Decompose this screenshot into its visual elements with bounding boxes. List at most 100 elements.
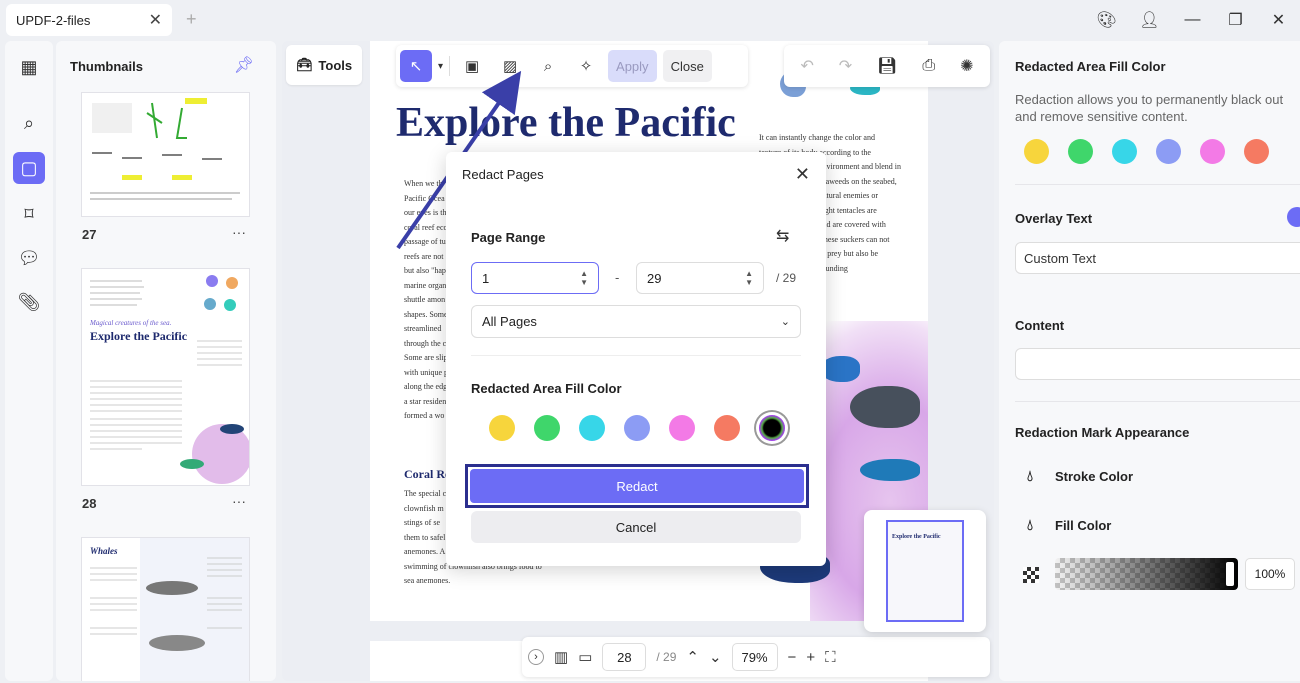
redact-pages-dialog: Redact Pages ✕ Page Range ⇆ 1 ▲ ▼ - 29 ▲ ▼… xyxy=(446,152,826,566)
fill-color-label: Redacted Area Fill Color xyxy=(471,381,622,396)
restore-icon[interactable]: ❐ xyxy=(1214,10,1257,30)
comment-icon[interactable]: 💬︎ xyxy=(13,242,45,274)
palette-icon[interactable]: 🎨︎ xyxy=(1085,10,1128,30)
chevron-down-icon: ⌄ xyxy=(780,316,790,328)
redact-text-icon[interactable]: ▣ xyxy=(456,50,488,82)
divider xyxy=(1015,401,1300,402)
color-swatch[interactable] xyxy=(534,415,560,441)
overlay-text-title: Overlay Text xyxy=(1015,211,1093,226)
presentation-icon[interactable]: ▭ xyxy=(578,648,592,666)
close-button[interactable]: Close xyxy=(662,50,712,82)
page-range-icon[interactable]: ⇆ xyxy=(776,226,789,246)
minimap-viewport[interactable]: Explore the Pacific xyxy=(886,520,964,622)
color-swatch[interactable] xyxy=(1112,139,1137,164)
sanitize-icon[interactable]: ✧ xyxy=(570,50,602,82)
overlay-text-toggle[interactable] xyxy=(1287,207,1300,227)
page-icon[interactable]: ▢ xyxy=(13,152,45,184)
cancel-button[interactable]: Cancel xyxy=(471,511,801,543)
page-range-select[interactable]: All Pages ⌄ xyxy=(471,305,801,338)
page-preview-image xyxy=(90,538,249,681)
pin-icon[interactable]: 📌︎ xyxy=(234,55,254,75)
close-icon[interactable]: ✕ xyxy=(149,10,162,30)
stroke-drop-icon: 💧︎ xyxy=(1026,468,1033,485)
redo-icon[interactable]: ↷ xyxy=(839,56,852,76)
left-rail: ▦ ⌕ ▢ ⌑ 💬︎ 📎︎ xyxy=(5,41,53,681)
fit-page-icon[interactable]: ⛶ xyxy=(825,649,836,666)
color-swatch[interactable] xyxy=(1024,139,1049,164)
expand-icon[interactable]: › xyxy=(528,649,544,665)
quick-toolbar: ↶ ↷ 💾︎ ⎙ ✺ xyxy=(784,45,990,87)
opacity-value[interactable]: 100% xyxy=(1245,558,1295,590)
color-swatch[interactable] xyxy=(1068,139,1093,164)
slider-handle[interactable] xyxy=(1226,562,1234,586)
search-icon[interactable]: ⌕ xyxy=(13,107,45,139)
plant-diagram-image xyxy=(90,98,240,200)
stepper-icon[interactable]: ▲ ▼ xyxy=(580,269,588,287)
thumb-caption: Magical creatures of the sea. xyxy=(90,319,172,327)
thumbnail-page[interactable]: Magical creatures of the sea. Explore th… xyxy=(82,269,249,485)
opacity-slider[interactable] xyxy=(1055,558,1238,590)
color-swatch[interactable] xyxy=(1244,139,1269,164)
more-icon[interactable]: ··· xyxy=(232,224,246,240)
to-page-input[interactable]: 29 ▲ ▼ xyxy=(636,262,764,294)
grid-icon[interactable]: ▦ xyxy=(13,51,45,83)
close-icon[interactable]: ✕ xyxy=(795,164,810,185)
stroke-color-row[interactable]: 💧︎ Stroke Color xyxy=(1021,468,1133,485)
overlay-text-input[interactable]: Custom Text xyxy=(1015,242,1300,274)
properties-panel: Redacted Area Fill Color Redaction allow… xyxy=(999,41,1300,681)
divider xyxy=(1015,184,1300,185)
content-title: Content xyxy=(1015,318,1065,333)
page-layout-icon[interactable]: ▥ xyxy=(554,648,568,666)
color-swatch-selected[interactable] xyxy=(759,415,785,441)
chevron-down-icon[interactable]: ▾ xyxy=(438,61,443,72)
document-title: Explore the Pacific xyxy=(396,100,736,146)
document-tab[interactable]: UPDF-2-files ✕ xyxy=(6,4,172,36)
chevron-down-icon[interactable]: ⌄ xyxy=(709,648,722,666)
color-swatch[interactable] xyxy=(579,415,605,441)
section-heading: Coral Re xyxy=(404,467,451,481)
color-swatch[interactable] xyxy=(624,415,650,441)
content-input[interactable] xyxy=(1015,348,1300,380)
ai-assistant-icon[interactable]: ✺ xyxy=(960,56,973,76)
select-pointer-icon[interactable]: ↖ xyxy=(400,50,432,82)
color-swatch[interactable] xyxy=(1156,139,1181,164)
bookmark-icon[interactable]: ⌑ xyxy=(13,198,45,230)
zoom-in-icon[interactable]: + xyxy=(806,649,815,666)
print-icon[interactable]: ⎙ xyxy=(922,57,935,75)
minimize-icon[interactable]: — xyxy=(1171,11,1214,29)
toolbox-icon: 🧰︎ xyxy=(295,57,313,72)
chevron-up-icon[interactable]: ⌃ xyxy=(686,648,699,666)
fill-drop-icon: 💧︎ xyxy=(1026,517,1033,534)
redact-toolbar: ↖ ▾ ▣ ▨ ⌕ ✧ Apply Close xyxy=(396,45,748,87)
attachment-icon[interactable]: 📎︎ xyxy=(13,286,45,318)
tools-label: Tools xyxy=(318,57,353,73)
user-icon[interactable]: 👤︎ xyxy=(1128,10,1171,30)
page-minimap[interactable]: Explore the Pacific xyxy=(864,510,986,632)
zoom-out-icon[interactable]: − xyxy=(788,649,797,666)
color-swatch[interactable] xyxy=(669,415,695,441)
color-swatch[interactable] xyxy=(489,415,515,441)
from-page-input[interactable]: 1 ▲ ▼ xyxy=(471,262,599,294)
zoom-level[interactable]: 79% xyxy=(731,643,778,671)
more-icon[interactable]: ··· xyxy=(232,493,246,509)
search-redact-icon[interactable]: ⌕ xyxy=(532,50,564,82)
redact-pages-icon[interactable]: ▨ xyxy=(494,50,526,82)
apply-button[interactable]: Apply xyxy=(608,50,657,82)
plus-icon[interactable]: + xyxy=(186,9,197,30)
thumbnail-page[interactable] xyxy=(82,93,249,216)
stepper-icon[interactable]: ▲ ▼ xyxy=(745,269,753,287)
thumbnail-page[interactable]: Whales xyxy=(82,538,249,681)
save-icon[interactable]: 💾︎ xyxy=(877,56,897,76)
redact-button[interactable]: Redact xyxy=(470,469,804,503)
tab-title: UPDF-2-files xyxy=(16,12,91,28)
thumbnails-panel: Thumbnails 📌︎ 27 ··· Magical creatures o… xyxy=(56,41,276,681)
close-window-icon[interactable]: ✕ xyxy=(1257,10,1300,30)
fill-color-row[interactable]: 💧︎ Fill Color xyxy=(1021,517,1111,534)
tools-button[interactable]: 🧰︎ Tools xyxy=(286,45,362,85)
page-number-input[interactable]: 28 xyxy=(602,643,647,671)
undo-icon[interactable]: ↶ xyxy=(800,56,813,76)
color-swatch[interactable] xyxy=(1200,139,1225,164)
color-swatch[interactable] xyxy=(714,415,740,441)
opacity-icon xyxy=(1023,567,1039,583)
fish-illustration xyxy=(860,459,920,481)
